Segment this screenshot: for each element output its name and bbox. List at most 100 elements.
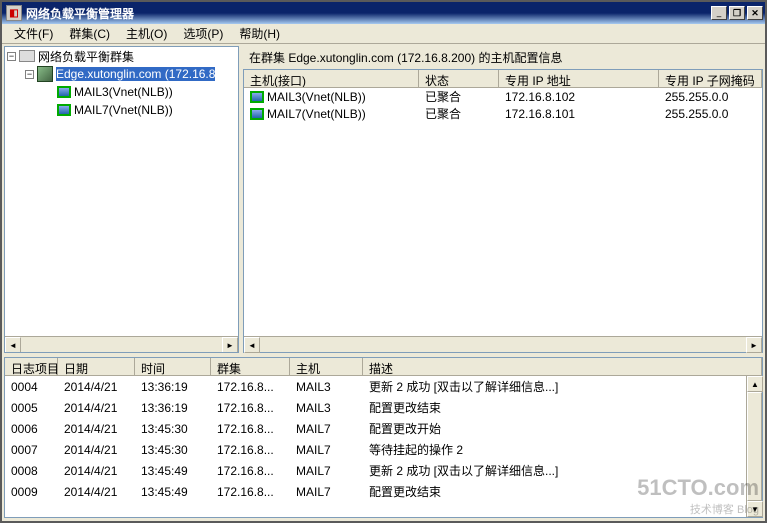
host-icon bbox=[57, 86, 71, 98]
col-cluster[interactable]: 群集 bbox=[211, 358, 290, 375]
menu-help[interactable]: 帮助(H) bbox=[231, 23, 288, 44]
log-row[interactable]: 0005 2014/4/21 13:36:19 172.16.8... MAIL… bbox=[5, 397, 762, 418]
host-icon bbox=[57, 104, 71, 116]
cell-cluster: 172.16.8... bbox=[211, 399, 290, 417]
minimize-button[interactable]: _ bbox=[711, 6, 727, 20]
cell-desc: 更新 2 成功 [双击以了解详细信息...] bbox=[363, 376, 762, 397]
scroll-right-icon[interactable]: ► bbox=[222, 337, 238, 353]
cell-host: MAIL7 bbox=[290, 462, 363, 480]
cell-desc: 配置更改结束 bbox=[363, 397, 762, 418]
scroll-up-icon[interactable]: ▲ bbox=[747, 376, 763, 392]
cell-entry: 0004 bbox=[5, 378, 58, 396]
cell-interface: MAIL7(Vnet(NLB)) bbox=[267, 107, 366, 121]
scroll-thumb[interactable] bbox=[747, 392, 762, 501]
scroll-right-icon[interactable]: ► bbox=[746, 337, 762, 353]
cell-desc: 配置更改开始 bbox=[363, 418, 762, 439]
log-panel[interactable]: 日志项目 日期 时间 群集 主机 描述 0004 2014/4/21 13:36… bbox=[4, 357, 763, 518]
cell-mask: 255.255.0.0 bbox=[659, 89, 762, 105]
close-button[interactable]: ✕ bbox=[747, 6, 763, 20]
tree-root[interactable]: 网络负载平衡群集 bbox=[38, 48, 134, 65]
titlebar[interactable]: ◧ 网络负载平衡管理器 _ ❐ ✕ bbox=[2, 2, 765, 24]
clusters-root-icon bbox=[19, 50, 35, 62]
menu-file[interactable]: 文件(F) bbox=[6, 23, 61, 44]
window-title: 网络负载平衡管理器 bbox=[26, 5, 711, 22]
scroll-left-icon[interactable]: ◄ bbox=[5, 337, 21, 353]
cell-time: 13:45:49 bbox=[135, 462, 211, 480]
tree-host[interactable]: MAIL3(Vnet(NLB)) bbox=[74, 85, 173, 99]
cell-host: MAIL7 bbox=[290, 441, 363, 459]
col-status[interactable]: 状态 bbox=[419, 70, 499, 87]
col-host[interactable]: 主机 bbox=[290, 358, 363, 375]
cell-entry: 0005 bbox=[5, 399, 58, 417]
list-item[interactable]: MAIL7(Vnet(NLB)) 已聚合 172.16.8.101 255.25… bbox=[244, 105, 762, 122]
cell-time: 13:36:19 bbox=[135, 378, 211, 396]
col-mask[interactable]: 专用 IP 子网掩码 bbox=[659, 70, 762, 87]
log-vscroll[interactable]: ▲ ▼ bbox=[746, 376, 762, 517]
log-row[interactable]: 0007 2014/4/21 13:45:30 172.16.8... MAIL… bbox=[5, 439, 762, 460]
scroll-down-icon[interactable]: ▼ bbox=[747, 501, 763, 517]
tree-cluster[interactable]: Edge.xutonglin.com (172.16.8 bbox=[56, 67, 215, 81]
cell-date: 2014/4/21 bbox=[58, 420, 135, 438]
cell-date: 2014/4/21 bbox=[58, 441, 135, 459]
cell-ip: 172.16.8.102 bbox=[499, 89, 659, 105]
menu-options[interactable]: 选项(P) bbox=[175, 23, 231, 44]
app-icon: ◧ bbox=[6, 5, 22, 21]
cell-host: MAIL7 bbox=[290, 483, 363, 501]
tree-hscroll[interactable]: ◄ ► bbox=[5, 336, 238, 352]
cell-time: 13:45:30 bbox=[135, 441, 211, 459]
cluster-icon bbox=[37, 66, 53, 82]
cell-status: 已聚合 bbox=[419, 104, 499, 123]
col-time[interactable]: 时间 bbox=[135, 358, 211, 375]
host-icon bbox=[250, 91, 264, 103]
expander-icon[interactable]: − bbox=[7, 52, 16, 61]
log-row[interactable]: 0004 2014/4/21 13:36:19 172.16.8... MAIL… bbox=[5, 376, 762, 397]
scroll-left-icon[interactable]: ◄ bbox=[244, 337, 260, 353]
detail-hscroll[interactable]: ◄ ► bbox=[244, 336, 762, 352]
cell-cluster: 172.16.8... bbox=[211, 483, 290, 501]
cell-time: 13:45:49 bbox=[135, 483, 211, 501]
restore-button[interactable]: ❐ bbox=[729, 6, 745, 20]
host-icon bbox=[250, 108, 264, 120]
cell-date: 2014/4/21 bbox=[58, 399, 135, 417]
cell-cluster: 172.16.8... bbox=[211, 462, 290, 480]
cell-host: MAIL3 bbox=[290, 399, 363, 417]
tree-host[interactable]: MAIL7(Vnet(NLB)) bbox=[74, 103, 173, 117]
host-list[interactable]: 主机(接口) 状态 专用 IP 地址 专用 IP 子网掩码 MAIL3(Vnet… bbox=[243, 69, 763, 353]
col-entry[interactable]: 日志项目 bbox=[5, 358, 58, 375]
cell-desc: 等待挂起的操作 2 bbox=[363, 439, 762, 460]
cell-cluster: 172.16.8... bbox=[211, 378, 290, 396]
cell-date: 2014/4/21 bbox=[58, 462, 135, 480]
cell-host: MAIL3 bbox=[290, 378, 363, 396]
col-ip[interactable]: 专用 IP 地址 bbox=[499, 70, 659, 87]
cell-entry: 0006 bbox=[5, 420, 58, 438]
menubar: 文件(F) 群集(C) 主机(O) 选项(P) 帮助(H) bbox=[2, 24, 765, 44]
cell-cluster: 172.16.8... bbox=[211, 420, 290, 438]
col-interface[interactable]: 主机(接口) bbox=[244, 70, 419, 87]
cell-date: 2014/4/21 bbox=[58, 378, 135, 396]
col-date[interactable]: 日期 bbox=[58, 358, 135, 375]
cell-time: 13:45:30 bbox=[135, 420, 211, 438]
cell-entry: 0009 bbox=[5, 483, 58, 501]
menu-host[interactable]: 主机(O) bbox=[118, 23, 175, 44]
cell-desc: 更新 2 成功 [双击以了解详细信息...] bbox=[363, 460, 762, 481]
log-row[interactable]: 0008 2014/4/21 13:45:49 172.16.8... MAIL… bbox=[5, 460, 762, 481]
cell-cluster: 172.16.8... bbox=[211, 441, 290, 459]
tree-panel[interactable]: − 网络负载平衡群集 − Edge.xutonglin.com (172.16.… bbox=[4, 46, 239, 353]
menu-cluster[interactable]: 群集(C) bbox=[61, 23, 118, 44]
cell-host: MAIL7 bbox=[290, 420, 363, 438]
cell-time: 13:36:19 bbox=[135, 399, 211, 417]
log-row[interactable]: 0006 2014/4/21 13:45:30 172.16.8... MAIL… bbox=[5, 418, 762, 439]
log-row[interactable]: 0009 2014/4/21 13:45:49 172.16.8... MAIL… bbox=[5, 481, 762, 502]
cell-desc: 配置更改结束 bbox=[363, 481, 762, 502]
expander-icon[interactable]: − bbox=[25, 70, 34, 79]
cell-mask: 255.255.0.0 bbox=[659, 106, 762, 122]
detail-panel: 在群集 Edge.xutonglin.com (172.16.8.200) 的主… bbox=[243, 46, 763, 353]
cell-entry: 0008 bbox=[5, 462, 58, 480]
cell-entry: 0007 bbox=[5, 441, 58, 459]
cell-ip: 172.16.8.101 bbox=[499, 106, 659, 122]
cell-interface: MAIL3(Vnet(NLB)) bbox=[267, 90, 366, 104]
col-desc[interactable]: 描述 bbox=[363, 358, 762, 375]
list-item[interactable]: MAIL3(Vnet(NLB)) 已聚合 172.16.8.102 255.25… bbox=[244, 88, 762, 105]
detail-caption: 在群集 Edge.xutonglin.com (172.16.8.200) 的主… bbox=[243, 46, 763, 69]
cell-date: 2014/4/21 bbox=[58, 483, 135, 501]
